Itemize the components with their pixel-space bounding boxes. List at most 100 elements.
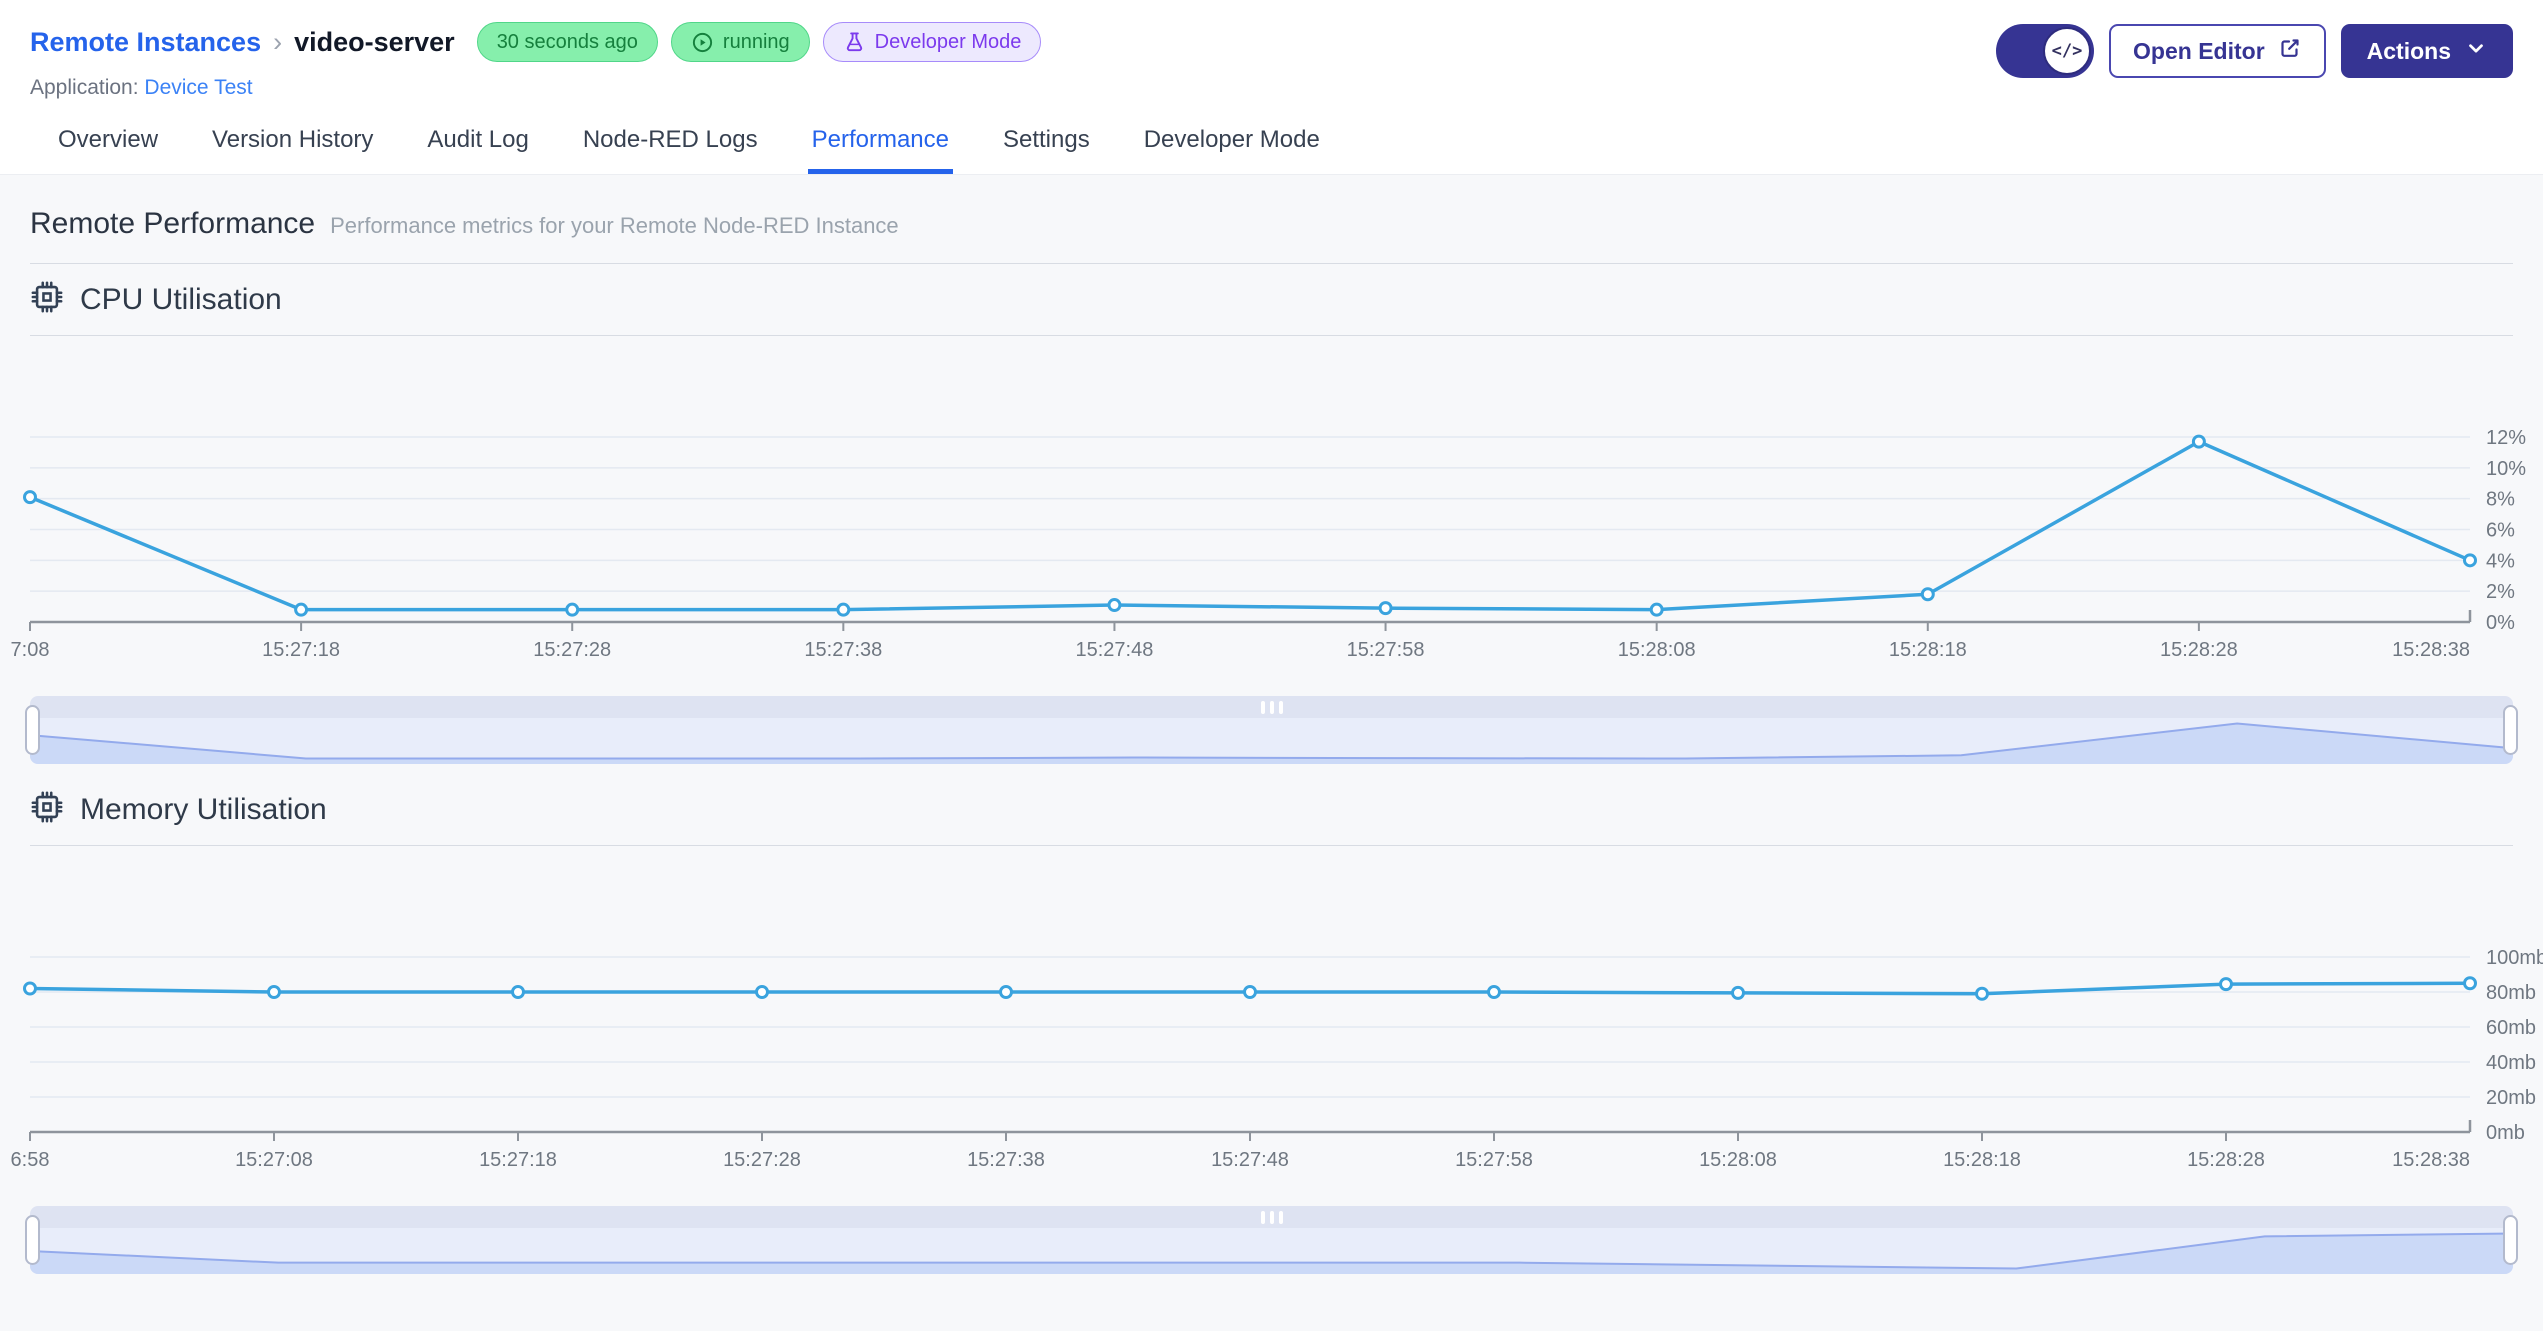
y-axis-label: 40mb — [2486, 1052, 2536, 1074]
developer-mode-toggle[interactable]: </> — [1996, 24, 2095, 78]
data-point — [1487, 985, 1501, 999]
cpu-section-head: CPU Utilisation — [30, 280, 2513, 336]
mini-area — [30, 1233, 2513, 1274]
flask-icon — [843, 31, 866, 54]
x-axis-label: 15:27:48 — [1211, 1149, 1289, 1171]
data-point — [294, 602, 309, 617]
data-point — [23, 981, 37, 996]
breadcrumb: Remote Instances › video-server 30 secon… — [30, 22, 1042, 62]
breadcrumb-instance-name: video-server — [294, 26, 455, 57]
memory-brush-preview — [30, 1228, 2513, 1274]
open-editor-button[interactable]: Open Editor — [2109, 24, 2326, 78]
data-point — [511, 985, 525, 999]
page-title: Remote Performance — [30, 207, 316, 240]
developer-mode-label: Developer Mode — [874, 30, 1022, 53]
x-axis-label: 15:27:28 — [723, 1149, 801, 1171]
tab-bar: Overview Version History Audit Log Node-RED… — [0, 116, 2543, 175]
data-point — [2191, 434, 2206, 449]
status-badge: running — [670, 22, 810, 62]
y-axis-label: 20mb — [2486, 1087, 2536, 1109]
data-point — [1649, 602, 1664, 617]
play-circle-icon — [691, 31, 714, 54]
breadcrumb-remote-instances[interactable]: Remote Instances — [30, 27, 261, 58]
x-axis-label: 15:27:18 — [262, 639, 340, 661]
open-editor-label: Open Editor — [2133, 37, 2265, 64]
data-point — [2219, 977, 2233, 992]
memory-brush-grip[interactable] — [30, 1206, 2513, 1228]
external-link-icon — [2278, 36, 2302, 66]
data-point — [2463, 553, 2477, 568]
cpu-brush-grip[interactable] — [30, 696, 2513, 718]
x-axis-label: 6:58 — [11, 1149, 50, 1171]
data-point — [999, 985, 1013, 999]
cpu-chart-brush[interactable] — [25, 696, 2518, 764]
tab-node-red-logs[interactable]: Node-RED Logs — [579, 116, 762, 174]
y-axis-label: 10% — [2486, 458, 2526, 480]
chevron-down-icon — [2465, 37, 2487, 65]
tab-performance[interactable]: Performance — [807, 116, 953, 174]
x-axis-label: 15:27:18 — [479, 1149, 557, 1171]
data-point — [1378, 601, 1393, 616]
data-point — [1731, 985, 1745, 1000]
x-axis-label: 15:27:38 — [804, 639, 882, 661]
memory-brush-handle-left[interactable] — [25, 1215, 40, 1265]
y-axis-label: 12% — [2486, 427, 2526, 449]
x-axis-label: 15:28:08 — [1699, 1149, 1777, 1171]
y-axis-label: 80mb — [2486, 982, 2536, 1004]
memory-chart: 0mb 20mb 40mb 60mb 80mb 100mb 6:58 15:27:08 15:2… — [11, 947, 2543, 1171]
breadcrumb-separator-icon: › — [273, 26, 283, 57]
data-point — [2463, 976, 2477, 991]
y-axis-label: 0% — [2486, 612, 2515, 634]
data-point — [267, 985, 281, 999]
data-point — [565, 602, 580, 617]
status-label: running — [722, 30, 790, 53]
page-head: Remote Performance Performance metrics f… — [30, 207, 2513, 264]
cpu-brush-handle-left[interactable] — [25, 705, 40, 755]
x-axis-label: 15:27:58 — [1455, 1149, 1533, 1171]
last-seen-badge: 30 seconds ago — [476, 22, 658, 62]
last-seen-label: 30 seconds ago — [496, 30, 638, 53]
memory-chart-brush[interactable] — [25, 1206, 2518, 1274]
application-label: Application: — [30, 76, 139, 99]
x-axis-label: 15:28:38 — [2392, 639, 2470, 661]
x-axis-label: 15:28:18 — [1889, 639, 1967, 661]
tab-developer-mode[interactable]: Developer Mode — [1140, 116, 1324, 174]
application-line: Application: Device Test — [30, 76, 1041, 100]
header-controls: </> Open Editor Actions — [1996, 22, 2513, 78]
y-axis-label: 0mb — [2486, 1122, 2525, 1144]
application-link[interactable]: Device Test — [144, 76, 252, 99]
memory-section-title: Memory Utilisation — [80, 792, 327, 826]
code-icon: </> — [2043, 27, 2092, 75]
y-axis-label: 6% — [2486, 520, 2515, 542]
chip-icon — [30, 280, 64, 319]
x-axis-label: 15:27:08 — [235, 1149, 313, 1171]
x-axis-label: 15:27:28 — [533, 639, 611, 661]
y-axis-label: 60mb — [2486, 1017, 2536, 1039]
data-point — [1107, 598, 1122, 613]
x-axis-label: 15:28:38 — [2392, 1149, 2470, 1171]
x-axis-label: 15:27:58 — [1347, 639, 1425, 661]
tab-version-history[interactable]: Version History — [208, 116, 377, 174]
data-point — [1920, 587, 1935, 602]
data-point — [23, 490, 37, 505]
cpu-chart: 0% 2% 4% 6% 8% 10% 12% 7:08 15:27:18 15:27:28 15:2… — [11, 427, 2527, 661]
memory-brush-handle-right[interactable] — [2503, 1215, 2518, 1265]
tab-settings[interactable]: Settings — [999, 116, 1094, 174]
tab-audit-log[interactable]: Audit Log — [423, 116, 532, 174]
data-point — [836, 602, 851, 617]
x-axis-label: 7:08 — [11, 639, 50, 661]
tab-overview[interactable]: Overview — [54, 116, 162, 174]
memory-section-head: Memory Utilisation — [30, 790, 2513, 846]
cpu-brush-handle-right[interactable] — [2503, 705, 2518, 755]
y-axis-label: 4% — [2486, 550, 2515, 572]
x-axis-label: 15:28:18 — [1943, 1149, 2021, 1171]
page-header: Remote Instances › video-server 30 secon… — [0, 0, 2543, 100]
data-point — [1975, 986, 1989, 1001]
x-axis-label: 15:28:28 — [2187, 1149, 2265, 1171]
series-line — [29, 439, 2471, 612]
y-axis-label: 2% — [2486, 581, 2515, 603]
x-axis-label: 15:27:38 — [967, 1149, 1045, 1171]
chip-icon — [30, 790, 64, 829]
page-subtitle: Performance metrics for your Remote Node… — [330, 213, 899, 238]
actions-button[interactable]: Actions — [2340, 24, 2513, 78]
